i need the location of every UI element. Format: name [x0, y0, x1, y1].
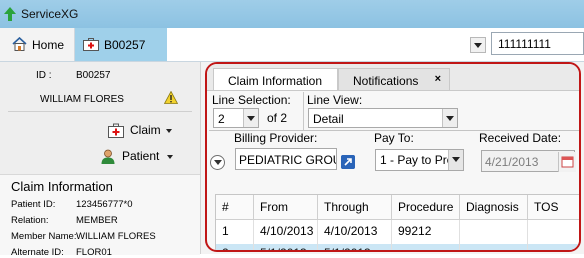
warning-icon[interactable] — [164, 91, 178, 104]
title-bar: ServiceXG — [0, 0, 584, 29]
patient-name: WILLIAM FLORES — [40, 94, 124, 105]
claim-info-summary: Claim Information Patient ID: 123456777*… — [0, 174, 200, 258]
claim-tab-bar: Claim Information Notifications × — [207, 64, 579, 91]
chevron-down-icon — [167, 155, 173, 159]
cell: 5/1/2013 — [254, 242, 318, 250]
tab-home[interactable]: Home — [0, 28, 75, 61]
field-value: WILLIAM FLORES — [76, 231, 156, 242]
line-view-label: Line View: — [307, 93, 363, 107]
sidebar-divider — [8, 111, 192, 112]
cell: 2 — [216, 242, 254, 250]
field-label: Patient ID: — [11, 199, 56, 210]
column-header[interactable]: Procedure — [392, 195, 460, 220]
cell: 1 — [216, 220, 254, 243]
cell: 4/10/2013 — [254, 220, 318, 243]
field-value: 123456777*0 — [76, 199, 133, 210]
calendar-icon[interactable] — [558, 152, 576, 172]
tab-record[interactable]: B00257 — [75, 28, 167, 61]
claim-lines-table: # From Through Procedure Diagnosis TOS 1… — [215, 194, 579, 250]
field-value: MEMBER — [76, 215, 118, 226]
tab-notifications[interactable]: Notifications × — [338, 68, 450, 90]
expand-toggle-button[interactable] — [210, 155, 225, 170]
billing-provider-field[interactable]: PEDIATRIC GROUP — [235, 148, 337, 170]
line-view-value: Detail — [313, 112, 344, 126]
billing-provider-label: Billing Provider: — [234, 131, 318, 145]
chevron-down-icon[interactable] — [243, 109, 258, 127]
cell: 5/1/2013 — [318, 242, 392, 250]
home-icon — [12, 37, 27, 51]
field-value: FLOR01 — [76, 247, 112, 258]
cell: 99212 — [392, 220, 460, 243]
id-label: ID : — [36, 70, 52, 81]
line-selection-select[interactable]: 2 — [213, 108, 259, 128]
person-icon — [101, 149, 115, 164]
table-row-selected[interactable]: 2 5/1/2013 5/1/2013 — [216, 242, 579, 250]
medical-case-icon — [83, 38, 99, 51]
column-header[interactable]: From — [254, 195, 318, 220]
tab-home-label: Home — [32, 38, 65, 52]
tab-record-label: B00257 — [104, 38, 146, 52]
chevron-down-icon[interactable] — [448, 150, 463, 170]
chevron-down-icon — [166, 129, 172, 133]
search-input[interactable]: 111111111 — [491, 32, 584, 55]
received-date-value: 4/21/2013 — [485, 155, 539, 169]
received-date-label: Received Date: — [479, 131, 562, 145]
chevron-down-icon[interactable] — [442, 109, 457, 127]
patient-menu-label: Patient — [122, 149, 160, 163]
section-title: Claim Information — [11, 179, 113, 194]
column-header[interactable]: TOS — [528, 195, 579, 220]
claim-menu[interactable]: Claim — [108, 122, 178, 140]
tab-label: Claim Information — [228, 74, 323, 88]
field-label: Alternate ID: — [11, 247, 64, 258]
field-label: Relation: — [11, 215, 49, 226]
claim-menu-label: Claim — [130, 123, 161, 137]
divider — [303, 92, 304, 130]
cell: 4/10/2013 — [318, 220, 392, 243]
cell — [460, 220, 528, 243]
patient-menu[interactable]: Patient — [100, 148, 180, 166]
app-logo-icon — [4, 7, 16, 21]
cell — [528, 220, 579, 243]
tab-claim-information[interactable]: Claim Information — [213, 68, 338, 90]
id-value: B00257 — [76, 70, 111, 81]
column-header[interactable]: Diagnosis — [460, 195, 528, 220]
line-selection-label: Line Selection: — [212, 93, 291, 107]
search-type-dropdown[interactable] — [470, 37, 486, 53]
member-sidebar: ID : B00257 WILLIAM FLORES Claim Patient… — [0, 62, 201, 258]
cell — [392, 242, 460, 250]
main-tab-bar: Home B00257 111111111 — [0, 28, 584, 62]
pay-to-label: Pay To: — [374, 131, 414, 145]
line-view-select[interactable]: Detail — [308, 108, 458, 128]
line-selection-value: 2 — [218, 112, 225, 126]
column-header[interactable]: Through — [318, 195, 392, 220]
app-title: ServiceXG — [21, 7, 79, 21]
claim-panel: Claim Information Notifications × Line S… — [205, 62, 581, 252]
column-header[interactable]: # — [216, 195, 254, 220]
pay-to-select[interactable]: 1 - Pay to Provider — [375, 149, 464, 171]
close-icon[interactable]: × — [435, 73, 441, 85]
field-label: Member Name: — [11, 231, 77, 242]
open-link-icon[interactable] — [341, 155, 355, 169]
medical-case-icon — [108, 123, 124, 138]
tab-label: Notifications — [353, 74, 419, 88]
cell — [528, 242, 579, 250]
cell — [460, 242, 528, 250]
line-count: of 2 — [267, 111, 288, 125]
